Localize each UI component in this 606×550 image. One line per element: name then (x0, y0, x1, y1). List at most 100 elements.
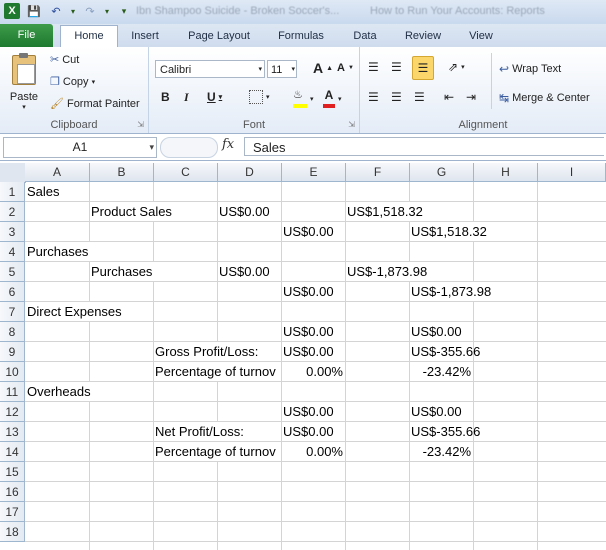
formula-bar-expander[interactable] (160, 137, 218, 158)
tab-formulas[interactable]: Formulas (270, 26, 332, 46)
save-icon[interactable]: 💾 (26, 3, 42, 19)
name-box-dropdown-icon[interactable]: ▾ (149, 138, 154, 157)
cell-c9[interactable]: Gross Profit/Loss: (153, 342, 260, 362)
row-header[interactable]: 17 (0, 502, 25, 522)
row-header[interactable]: 2 (0, 202, 25, 222)
cell-g9[interactable]: US$-355.66 (409, 342, 482, 362)
merge-center-button[interactable]: ↹ Merge & Center (499, 91, 590, 105)
cell-e12[interactable]: US$0.00 (281, 402, 336, 422)
cell-e6[interactable]: US$0.00 (281, 282, 336, 302)
cell-a1[interactable]: Sales (25, 182, 62, 202)
cell-b2[interactable]: Product Sales (89, 202, 174, 222)
cell-e10[interactable]: 0.00% (281, 362, 345, 382)
fill-color-button[interactable]: ♨ ▾ (293, 89, 314, 108)
tab-insert[interactable]: Insert (123, 26, 167, 46)
cell-g14[interactable]: -23.42% (409, 442, 473, 462)
tab-data[interactable]: Data (345, 26, 385, 46)
wrap-text-button[interactable]: ↩ Wrap Text (499, 62, 561, 76)
align-middle-button[interactable]: ☰ (391, 60, 402, 74)
cell-b5[interactable]: Purchases (89, 262, 154, 282)
undo-icon[interactable]: ↶ (48, 3, 64, 19)
underline-button[interactable]: U ▾ (207, 90, 222, 104)
cell-c14[interactable]: Percentage of turnov (153, 442, 281, 462)
cell-g6[interactable]: US$-1,873.98 (409, 282, 493, 302)
column-header-g[interactable]: G (410, 163, 474, 182)
customize-qat-icon[interactable]: ▾ (116, 3, 132, 19)
redo-dropdown-icon[interactable]: ▾ (104, 3, 110, 19)
cell-e3[interactable]: US$0.00 (281, 222, 336, 242)
row-header[interactable]: 8 (0, 322, 25, 342)
cell-d5[interactable]: US$0.00 (217, 262, 272, 282)
redo-icon[interactable]: ↷ (82, 3, 98, 19)
row-header[interactable]: 7 (0, 302, 25, 322)
excel-app-icon[interactable]: X (4, 3, 20, 19)
row-header[interactable]: 16 (0, 482, 25, 502)
cell-f2[interactable]: US$1,518.32 (345, 202, 425, 222)
row-header[interactable]: 1 (0, 182, 25, 202)
row-header[interactable]: 5 (0, 262, 25, 282)
decrease-indent-button[interactable]: ⇤ (444, 90, 454, 104)
row-header[interactable]: 6 (0, 282, 25, 302)
row-header[interactable]: 3 (0, 222, 25, 242)
clipboard-launcher-icon[interactable]: ⇲ (137, 120, 144, 129)
cell-c13[interactable]: Net Profit/Loss: (153, 422, 246, 442)
undo-dropdown-icon[interactable]: ▾ (70, 3, 76, 19)
align-right-button[interactable]: ☰ (414, 90, 425, 104)
row-header[interactable]: 13 (0, 422, 25, 442)
copy-button[interactable]: ❐ Copy ▾ (50, 75, 95, 89)
formula-input[interactable]: Sales (244, 137, 604, 156)
insert-function-icon[interactable]: fx (222, 137, 234, 152)
row-header[interactable]: 14 (0, 442, 25, 462)
align-bottom-button[interactable]: ☰ (412, 56, 434, 80)
italic-button[interactable]: I (184, 90, 189, 105)
worksheet-grid[interactable]: A B C D E F G H I 1 2 3 4 5 6 7 8 9 10 1… (0, 163, 606, 550)
cell-d2[interactable]: US$0.00 (217, 202, 272, 222)
column-header-i[interactable]: I (538, 163, 606, 182)
row-header[interactable]: 11 (0, 382, 25, 402)
column-header-c[interactable]: C (154, 163, 218, 182)
shrink-font-button[interactable]: A ▼ (337, 62, 354, 74)
row-header[interactable]: 4 (0, 242, 25, 262)
format-painter-button[interactable]: 🖌 Format Painter (50, 97, 140, 111)
row-header[interactable]: 9 (0, 342, 25, 362)
font-launcher-icon[interactable]: ⇲ (348, 120, 355, 129)
row-header[interactable]: 10 (0, 362, 25, 382)
tab-file[interactable]: File (0, 24, 53, 47)
column-header-a[interactable]: A (25, 163, 90, 182)
cell-c10[interactable]: Percentage of turnov (153, 362, 281, 382)
tab-review[interactable]: Review (398, 26, 448, 46)
borders-button[interactable]: ▾ (249, 90, 270, 104)
font-color-button[interactable]: A ▾ (323, 89, 342, 108)
align-left-button[interactable]: ☰ (368, 90, 379, 104)
row-header[interactable]: 15 (0, 462, 25, 482)
orientation-button[interactable]: ⇗ ▾ (448, 60, 465, 74)
cell-e14[interactable]: 0.00% (281, 442, 345, 462)
column-header-f[interactable]: F (346, 163, 410, 182)
tab-home[interactable]: Home (60, 25, 118, 48)
column-header-b[interactable]: B (90, 163, 154, 182)
paste-button[interactable]: Paste ▾ (6, 51, 42, 113)
cell-g3[interactable]: US$1,518.32 (409, 222, 489, 242)
tab-view[interactable]: View (460, 26, 502, 46)
cell-g13[interactable]: US$-355.66 (409, 422, 482, 442)
cell-e9[interactable]: US$0.00 (281, 342, 336, 362)
select-all-corner[interactable] (0, 163, 26, 183)
font-name-select[interactable]: Calibri ▾ (155, 60, 265, 78)
font-size-select[interactable]: 11 ▾ (267, 60, 297, 78)
grow-font-button[interactable]: A ▲ (313, 60, 333, 76)
bold-button[interactable]: B (161, 90, 170, 104)
column-header-e[interactable]: E (282, 163, 346, 182)
row-header[interactable]: 12 (0, 402, 25, 422)
column-header-d[interactable]: D (218, 163, 282, 182)
row-header[interactable]: 18 (0, 522, 25, 542)
cell-a7[interactable]: Direct Expenses (25, 302, 124, 322)
cell-g12[interactable]: US$0.00 (409, 402, 464, 422)
name-box[interactable]: A1 ▾ (3, 137, 157, 158)
align-center-button[interactable]: ☰ (391, 90, 402, 104)
cell-e8[interactable]: US$0.00 (281, 322, 336, 342)
cell-a4[interactable]: Purchases (25, 242, 90, 262)
cell-a11[interactable]: Overheads (25, 382, 93, 402)
cell-g8[interactable]: US$0.00 (409, 322, 464, 342)
cell-g10[interactable]: -23.42% (409, 362, 473, 382)
cell-e13[interactable]: US$0.00 (281, 422, 336, 442)
